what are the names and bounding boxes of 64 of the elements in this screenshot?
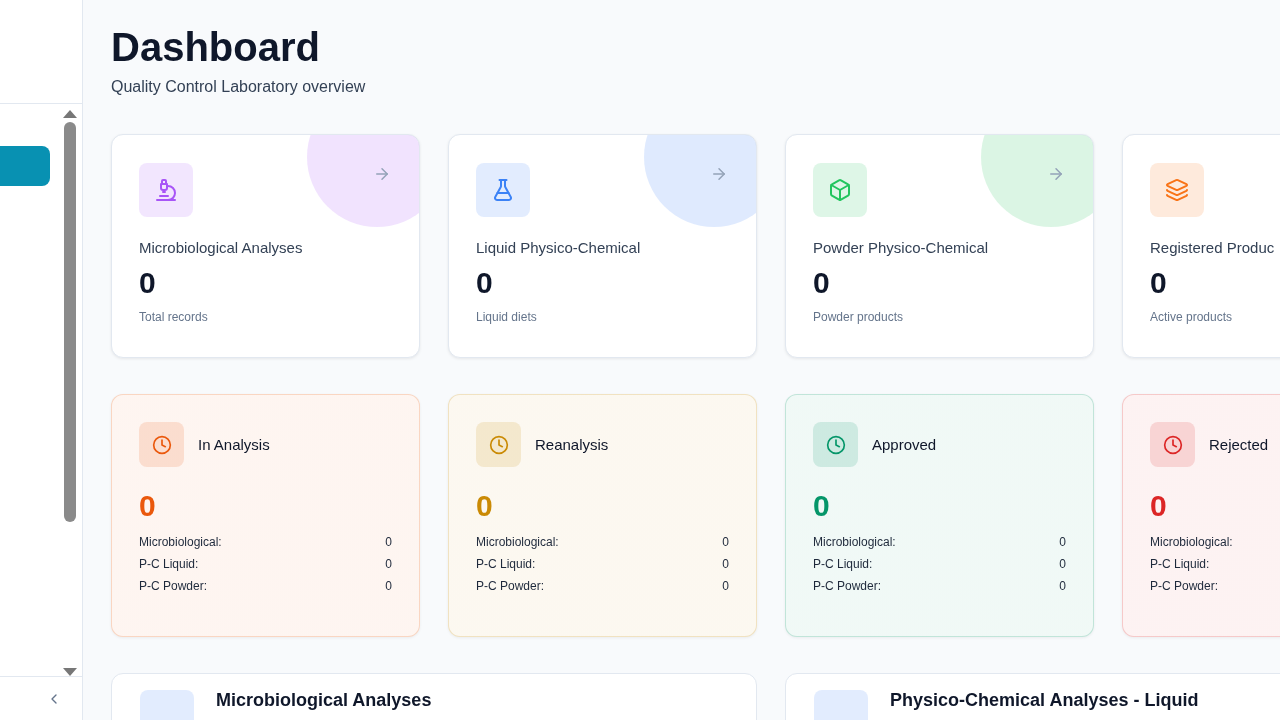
row-label: P-C Liquid: [1150, 557, 1210, 571]
row-value: 0 [722, 557, 729, 571]
card-value: 0 [139, 266, 157, 300]
row-value: 0 [1059, 579, 1066, 593]
summary-card[interactable]: Registered Produc 0 Active products [1122, 134, 1280, 358]
row-label: Microbiological: [1150, 535, 1233, 549]
page-subtitle: Quality Control Laboratory overview [111, 78, 367, 96]
page-title: Dashboard [111, 24, 321, 70]
summary-card[interactable]: Powder Physico-Chemical 0 Powder products [785, 134, 1094, 358]
card-value: 0 [813, 266, 831, 300]
row-label: P-C Powder: [1150, 579, 1219, 593]
layers-icon [1165, 178, 1189, 202]
microscope-icon [154, 178, 178, 202]
section-title: Microbiological Analyses [216, 690, 432, 712]
card-title: Registered Produc [1150, 239, 1276, 256]
status-value: 0 [139, 489, 157, 523]
box-icon [828, 178, 852, 202]
status-value: 0 [813, 489, 831, 523]
row-value: 0 [1059, 535, 1066, 549]
row-label: Microbiological: [813, 535, 896, 549]
row-label: P-C Powder: [139, 579, 208, 593]
row-label: P-C Liquid: [813, 557, 873, 571]
status-value: 0 [1150, 489, 1168, 523]
row-label: P-C Liquid: [476, 557, 536, 571]
clock-icon [1162, 434, 1183, 455]
card-title: Microbiological Analyses [139, 239, 304, 256]
card-caption: Total records [139, 310, 209, 324]
summary-card[interactable]: Liquid Physico-Chemical 0 Liquid diets [448, 134, 757, 358]
arrow-icon[interactable] [373, 165, 391, 183]
nav-item[interactable] [0, 146, 50, 186]
status-title: In Analysis [198, 436, 270, 453]
row-label: P-C Powder: [813, 579, 882, 593]
status-title: Rejected [1209, 436, 1269, 453]
row-value: 0 [385, 535, 392, 549]
status-title: Approved [872, 436, 937, 453]
card-value: 0 [476, 266, 494, 300]
row-label: P-C Liquid: [139, 557, 199, 571]
card-caption: Powder products [813, 310, 905, 324]
card-caption: Liquid diets [476, 310, 538, 324]
status-value: 0 [476, 489, 494, 523]
clock-icon [151, 434, 172, 455]
card-value: 0 [1150, 266, 1168, 300]
row-value: 0 [722, 535, 729, 549]
status-title: Reanalysis [535, 436, 609, 453]
row-value: 0 [1059, 557, 1066, 571]
row-label: Microbiological: [476, 535, 559, 549]
scroll-down-icon[interactable] [63, 668, 77, 676]
section-title: Physico-Chemical Analyses - Liquid [890, 690, 1199, 712]
row-label: Microbiological: [139, 535, 222, 549]
row-value: 0 [722, 579, 729, 593]
arrow-icon[interactable] [1047, 165, 1065, 183]
clock-icon [488, 434, 509, 455]
clock-icon [825, 434, 846, 455]
row-label: P-C Powder: [476, 579, 545, 593]
card-title: Liquid Physico-Chemical [476, 239, 642, 256]
card-title: Powder Physico-Chemical [813, 239, 990, 256]
arrow-icon[interactable] [710, 165, 728, 183]
summary-card[interactable]: Microbiological Analyses 0 Total records [111, 134, 420, 358]
scrollbar-thumb[interactable] [64, 122, 76, 522]
card-caption: Active products [1150, 310, 1234, 324]
row-value: 0 [385, 579, 392, 593]
row-value: 0 [385, 557, 392, 571]
flask-icon [491, 178, 515, 202]
scroll-up-icon[interactable] [63, 110, 77, 118]
